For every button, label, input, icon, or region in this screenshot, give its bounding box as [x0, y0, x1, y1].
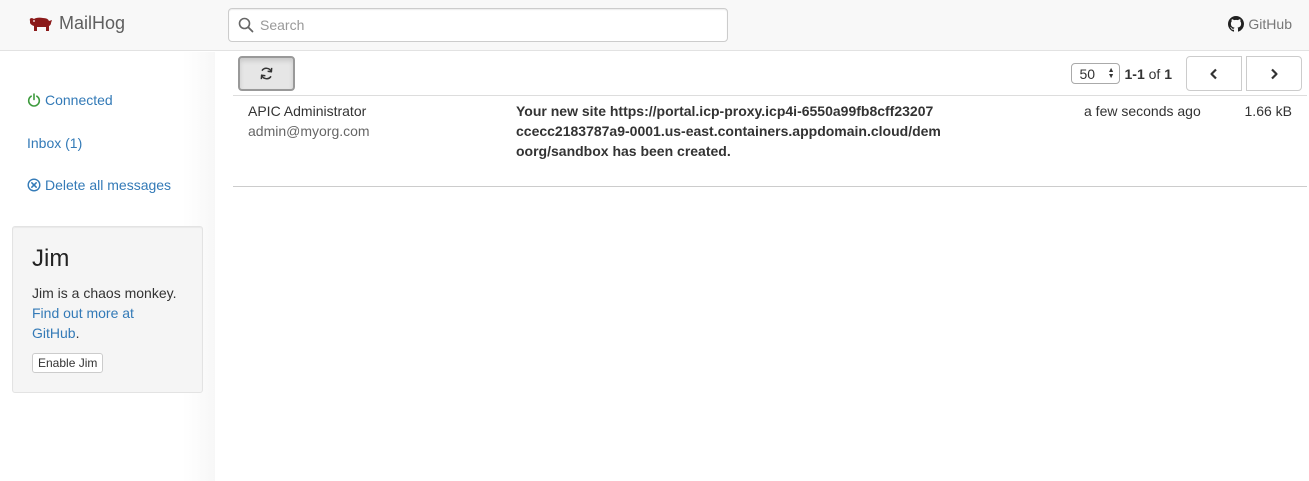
pig-icon — [29, 17, 52, 31]
jim-period: . — [75, 325, 80, 341]
message-from-email: admin@myorg.com — [248, 123, 370, 139]
next-page-button[interactable] — [1246, 56, 1302, 91]
navbar: MailHog GitHub — [0, 0, 1309, 51]
chevron-right-icon — [1271, 68, 1278, 79]
message-count: 1-1 of 1 — [1125, 66, 1173, 82]
sidebar-item-inbox[interactable]: Inbox (1) — [27, 135, 82, 151]
previous-page-button[interactable] — [1186, 56, 1242, 91]
message-time: a few seconds ago — [1084, 103, 1201, 119]
chevron-left-icon — [1210, 68, 1217, 79]
message-from: APIC Administrator admin@myorg.com — [248, 101, 370, 141]
select-arrows-icon: ▲ ▼ — [1107, 66, 1115, 80]
power-icon — [27, 93, 41, 107]
search-box[interactable] — [228, 8, 728, 42]
delete-all-button[interactable]: Delete all messages — [27, 177, 171, 193]
jim-description-text: Jim is a chaos monkey. — [32, 285, 177, 301]
brand-link[interactable]: MailHog — [27, 12, 125, 34]
connected-label: Connected — [45, 92, 113, 108]
of-label: of — [1148, 65, 1161, 82]
github-icon — [1228, 16, 1245, 32]
refresh-icon — [260, 67, 273, 80]
sidebar: Connected Inbox (1) Delete all messages … — [0, 52, 215, 481]
jim-title: Jim — [32, 245, 70, 272]
per-page-select[interactable]: 50 ▲ ▼ — [1070, 63, 1120, 84]
times-circle-icon — [27, 178, 41, 192]
connected-status[interactable]: Connected — [27, 92, 113, 108]
github-label: GitHub — [1248, 16, 1292, 32]
message-total: 1 — [1164, 65, 1172, 82]
message-size: 1.66 kB — [1244, 103, 1292, 119]
enable-jim-button[interactable]: Enable Jim — [32, 353, 104, 373]
jim-panel: Jim Jim is a chaos monkey. Find out more… — [12, 226, 203, 393]
delete-all-label: Delete all messages — [45, 177, 172, 193]
message-row[interactable]: APIC Administrator admin@myorg.com Your … — [233, 96, 1307, 187]
jim-github-link[interactable]: Find out more at GitHub — [32, 305, 134, 341]
github-link[interactable]: GitHub — [1228, 16, 1292, 32]
inbox-label: Inbox (1) — [27, 135, 83, 151]
per-page-value: 50 — [1079, 65, 1096, 82]
jim-description: Jim is a chaos monkey. Find out more at … — [32, 283, 183, 343]
message-from-name: APIC Administrator — [248, 103, 367, 119]
message-range: 1-1 — [1124, 65, 1145, 82]
search-icon — [238, 17, 254, 33]
message-subject: Your new site https://portal.icp-proxy.i… — [516, 103, 941, 159]
pager: 50 ▲ ▼ 1-1 of 1 — [1070, 56, 1302, 91]
toolbar: 50 ▲ ▼ 1-1 of 1 — [233, 52, 1307, 96]
search-input[interactable] — [260, 17, 700, 33]
refresh-button[interactable] — [238, 56, 295, 91]
brand-name: MailHog — [59, 12, 126, 33]
